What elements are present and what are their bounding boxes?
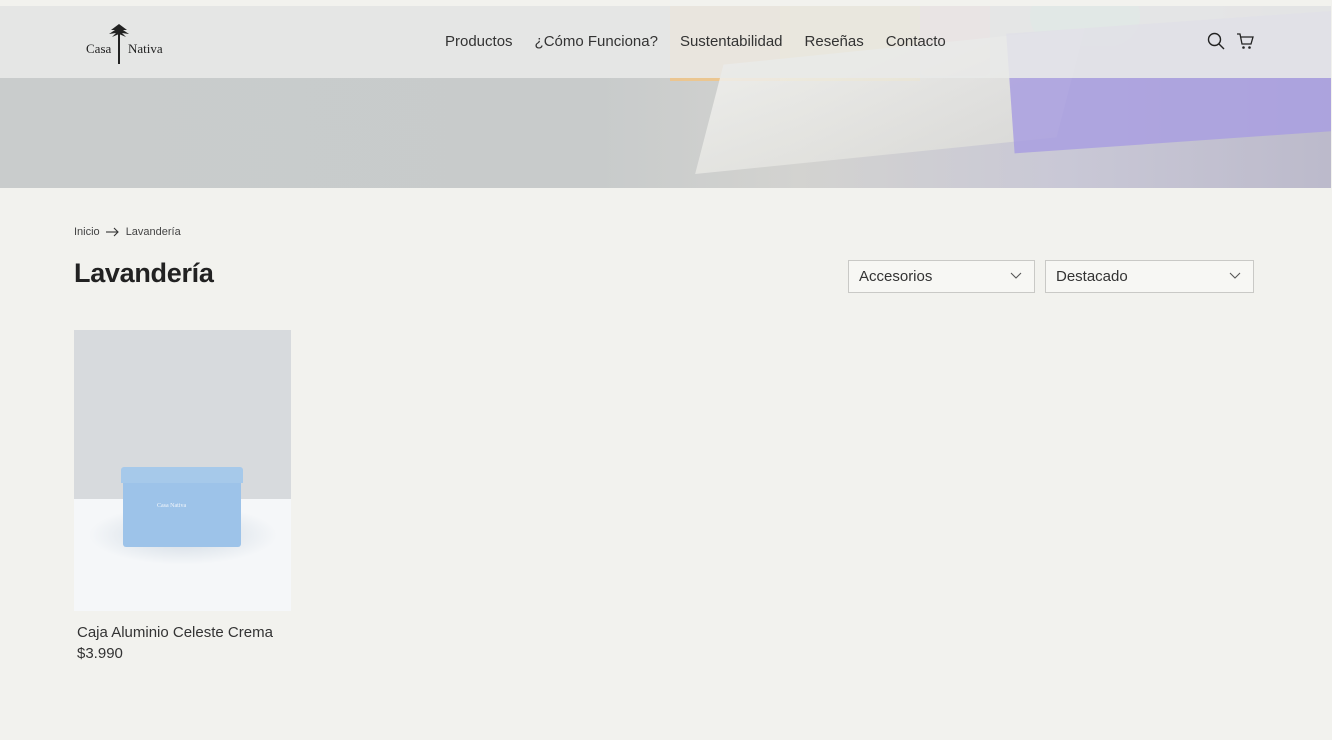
category-select[interactable]: Accesorios: [848, 260, 1035, 293]
sort-select-value: Destacado: [1056, 268, 1128, 285]
nav-item-productos[interactable]: Productos: [445, 33, 513, 50]
chevron-down-icon: [1229, 272, 1241, 279]
tin-label: Casa Nativa: [157, 503, 187, 509]
tin-box-illustration: Casa Nativa: [121, 467, 243, 547]
arrow-right-icon: [105, 227, 119, 237]
cart-icon[interactable]: [1236, 32, 1254, 50]
nav-item-como-funciona[interactable]: ¿Cómo Funciona?: [535, 33, 658, 50]
category-select-value: Accesorios: [859, 268, 933, 285]
page-title: Lavandería: [74, 258, 214, 288]
nav-item-contacto[interactable]: Contacto: [886, 33, 946, 50]
chevron-down-icon: [1010, 272, 1022, 279]
logo-text-right: Nativa: [128, 41, 163, 56]
breadcrumb-home[interactable]: Inicio: [74, 226, 100, 238]
site-header: Casa Nativa Productos ¿Cómo Funciona? Su…: [0, 6, 1331, 78]
nav-item-sustentabilidad[interactable]: Sustentabilidad: [680, 33, 783, 50]
search-icon[interactable]: [1207, 32, 1225, 50]
breadcrumb: Inicio Lavandería: [74, 226, 181, 238]
tin-lid: [121, 467, 243, 483]
breadcrumb-current: Lavandería: [125, 226, 181, 238]
sort-select[interactable]: Destacado: [1045, 260, 1254, 293]
tin-body: [123, 481, 241, 547]
nav-item-resenas[interactable]: Reseñas: [805, 33, 864, 50]
product-name[interactable]: Caja Aluminio Celeste Crema: [77, 624, 273, 641]
main-nav: Productos ¿Cómo Funciona? Sustentabilida…: [445, 33, 968, 50]
logo[interactable]: Casa Nativa: [84, 24, 168, 66]
product-image[interactable]: Casa Nativa: [74, 330, 291, 611]
product-price: $3.990: [77, 645, 123, 662]
